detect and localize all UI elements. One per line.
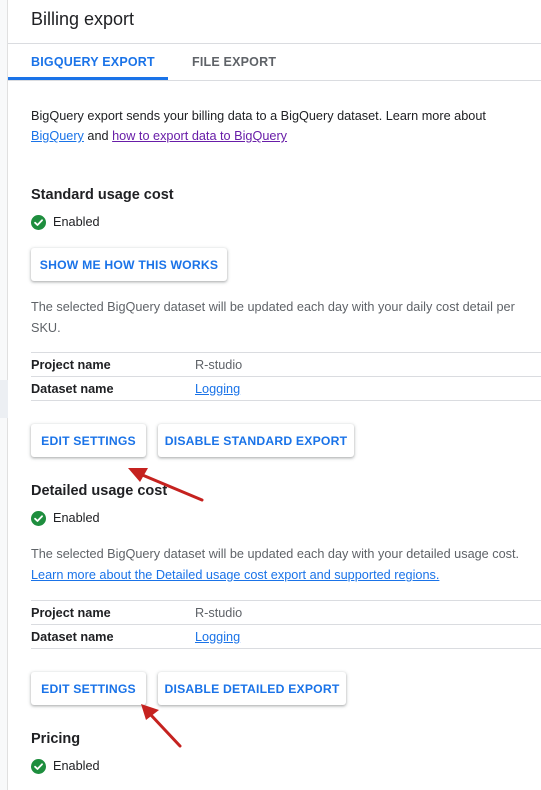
intro-sentence: BigQuery export sends your billing data … [31,109,486,123]
pricing-status-label: Enabled [53,759,100,773]
table-divider [31,648,541,649]
page-title: Billing export [31,9,135,29]
tab-bigquery-export[interactable]: BIGQUERY EXPORT [31,54,155,70]
disable-detailed-export-button[interactable]: DISABLE DETAILED EXPORT [158,672,346,705]
detailed-usage-heading: Detailed usage cost [31,483,168,499]
standard-project-label: Project name [31,358,111,372]
standard-dataset-label: Dataset name [31,382,114,396]
standard-status: Enabled [31,213,100,231]
title-divider [8,43,541,44]
disable-standard-export-button[interactable]: DISABLE STANDARD EXPORT [158,424,354,457]
pricing-status: Enabled [31,757,100,775]
bigquery-link[interactable]: BigQuery [31,129,84,143]
tab-file-export[interactable]: FILE EXPORT [192,54,276,70]
detailed-dataset-link[interactable]: Logging [195,629,240,645]
standard-project-value: R-studio [195,358,243,372]
table-divider [31,600,541,601]
intro-and: and [87,129,109,143]
table-divider [31,624,541,625]
detailed-project-label: Project name [31,606,111,620]
check-circle-icon [31,510,46,526]
how-to-export-link[interactable]: how to export data to BigQuery [112,129,287,143]
show-me-how-button[interactable]: SHOW ME HOW THIS WORKS [31,248,227,281]
standard-description: The selected BigQuery dataset will be up… [31,300,515,335]
detailed-description-block: The selected BigQuery dataset will be up… [31,544,531,586]
annotation-arrow [141,704,182,748]
table-divider [31,400,541,401]
detailed-status: Enabled [31,509,100,527]
tabs-divider [8,80,541,81]
left-nav-rail [0,0,8,790]
detailed-edit-settings-button[interactable]: EDIT SETTINGS [31,672,146,705]
standard-usage-heading: Standard usage cost [31,187,174,203]
detailed-status-label: Enabled [53,511,100,525]
detailed-dataset-label: Dataset name [31,630,114,644]
detailed-description: The selected BigQuery dataset will be up… [31,547,520,561]
check-circle-icon [31,214,46,230]
table-divider [31,352,541,353]
standard-edit-settings-button[interactable]: EDIT SETTINGS [31,424,146,457]
pricing-heading: Pricing [31,731,81,747]
left-nav-highlight [0,380,8,418]
check-circle-icon [31,758,46,774]
standard-status-label: Enabled [53,215,100,229]
table-divider [31,376,541,377]
detailed-project-value: R-studio [195,606,243,620]
standard-dataset-link[interactable]: Logging [195,381,240,397]
detailed-learn-more-link[interactable]: Learn more about the Detailed usage cost… [31,568,439,582]
intro-text: BigQuery export sends your billing data … [31,106,531,146]
